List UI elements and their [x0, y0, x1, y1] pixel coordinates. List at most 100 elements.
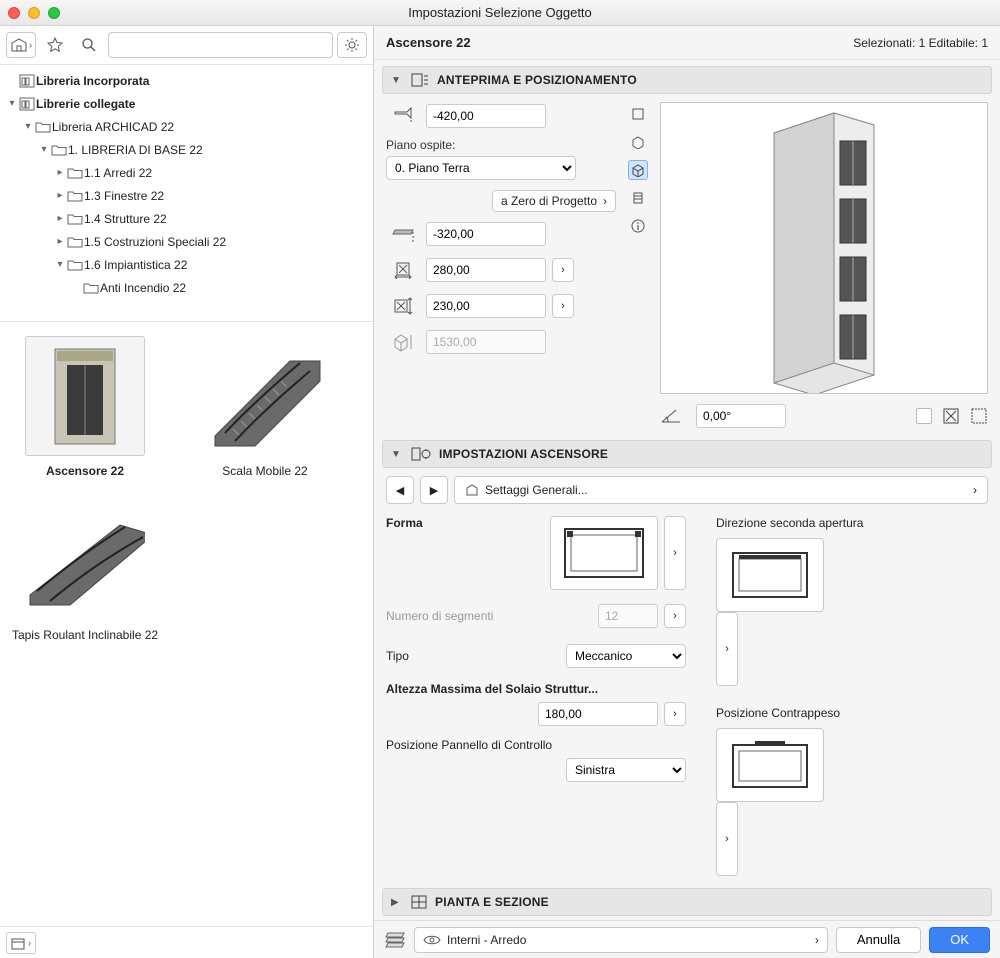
tipo-label: Tipo: [386, 649, 409, 663]
thumb-item[interactable]: Tapis Roulant Inclinabile 22: [10, 500, 160, 642]
library-settings-button[interactable]: [337, 32, 367, 58]
nav-prev-button[interactable]: ◀: [386, 476, 414, 504]
bottom-offset-input[interactable]: [426, 222, 546, 246]
favorites-button[interactable]: [40, 32, 70, 58]
library-thumbs: Ascensore 22 Scala Mobile 22 Tapis Roulant…: [0, 322, 373, 926]
forma-shape-icon: [559, 523, 649, 583]
forma-shape-button[interactable]: [550, 516, 658, 590]
controllo-pos-label: Posizione Pannello di Controllo: [386, 738, 686, 752]
thumb-caption: Tapis Roulant Inclinabile 22: [12, 628, 158, 642]
chevron-right-icon: ›: [603, 194, 607, 208]
section-plan-title: PIANTA E SEZIONE: [435, 895, 549, 909]
disclosure-icon: ▼: [391, 449, 403, 460]
thumb-image: [25, 500, 145, 620]
altezza-more[interactable]: ›: [664, 702, 686, 726]
library-toolbar: ›: [0, 26, 373, 65]
tree-item[interactable]: Libreria Incorporata: [2, 69, 371, 92]
tree-item[interactable]: ▸1.4 Strutture 22: [2, 207, 371, 230]
section-plan-head[interactable]: ▶ PIANTA E SEZIONE: [382, 888, 992, 916]
angle-input[interactable]: [696, 404, 786, 428]
library-manager-icon: [11, 936, 27, 950]
preview-mode-elev[interactable]: [628, 188, 648, 208]
library-home-button[interactable]: ›: [6, 32, 36, 58]
search-input[interactable]: [108, 32, 333, 58]
angle-icon: [660, 406, 686, 426]
settings-footer: Interni - Arredo › Annulla OK: [374, 920, 1000, 958]
library-manager-button[interactable]: ›: [6, 932, 36, 954]
section-elevator-head[interactable]: ▼ IMPOSTAZIONI ASCENSORE: [382, 440, 992, 468]
altezza-input[interactable]: [538, 702, 658, 726]
forma-more[interactable]: ›: [664, 516, 686, 590]
thumb-caption: Ascensore 22: [46, 464, 124, 478]
folder-icon: [82, 282, 100, 294]
preview-mode-info[interactable]: [628, 216, 648, 236]
tree-item[interactable]: ▾Libreria ARCHICAD 22: [2, 115, 371, 138]
mirror-checkbox[interactable]: [916, 408, 932, 424]
direzione-more[interactable]: ›: [716, 612, 738, 686]
settings-page-button[interactable]: Settaggi Generali... ›: [454, 476, 988, 504]
window-title: Impostazioni Selezione Oggetto: [0, 5, 1000, 20]
altezza-label: Altezza Massima del Solaio Struttur...: [386, 682, 686, 696]
nav-next-button[interactable]: ▶: [420, 476, 448, 504]
folder-icon: [66, 259, 84, 271]
preview-mode-2d[interactable]: [628, 104, 648, 124]
selection-count: Selezionati: 1 Editabile: 1: [853, 36, 988, 50]
contrappeso-more[interactable]: ›: [716, 802, 738, 876]
thumb-item[interactable]: Ascensore 22: [10, 336, 160, 478]
settings-page-icon: [465, 483, 479, 497]
settings-page-label: Settaggi Generali...: [485, 483, 588, 497]
cancel-button[interactable]: Annulla: [836, 927, 921, 953]
eye-icon: [423, 934, 441, 946]
controllo-pos-select[interactable]: Sinistra: [566, 758, 686, 782]
top-offset-input[interactable]: [426, 104, 546, 128]
disclosure-icon: ▾: [22, 121, 34, 132]
thumb-item[interactable]: Scala Mobile 22: [190, 336, 340, 478]
direzione-shape-icon: [725, 545, 815, 605]
tree-item-label: Anti Incendio 22: [100, 281, 186, 295]
layer-select[interactable]: Interni - Arredo ›: [414, 927, 828, 953]
preview-mode-wire[interactable]: [628, 132, 648, 152]
preview-mode-3d[interactable]: [628, 160, 648, 180]
segmenti-label: Numero di segmenti: [386, 609, 493, 623]
mirror-icon: [942, 407, 960, 425]
dim-y-more[interactable]: ›: [552, 294, 574, 318]
section-preview-title: ANTEPRIMA E POSIZIONAMENTO: [437, 73, 637, 87]
segmenti-more[interactable]: ›: [664, 604, 686, 628]
disclosure-icon: ▾: [38, 144, 50, 155]
dim-z-input: [426, 330, 546, 354]
contrappeso-shape-button[interactable]: [716, 728, 824, 802]
dim-x-more[interactable]: ›: [552, 258, 574, 282]
tree-item-label: 1. LIBRERIA DI BASE 22: [68, 143, 203, 157]
preview-3d[interactable]: [660, 102, 988, 394]
tree-item[interactable]: ▾ 1. LIBRERIA DI BASE 22: [2, 138, 371, 161]
dim-y-icon: [386, 292, 420, 320]
elevator-preview-icon: [734, 103, 914, 393]
contrappeso-label: Posizione Contrappeso: [716, 706, 988, 720]
tree-item-label: 1.1 Arredi 22: [84, 166, 152, 180]
tree-item[interactable]: ▸1.5 Costruzioni Speciali 22: [2, 230, 371, 253]
dim-y-input[interactable]: [426, 294, 546, 318]
library-tree[interactable]: Libreria Incorporata▾Librerie collegate▾…: [0, 65, 373, 322]
segmenti-input: [598, 604, 658, 628]
tree-item[interactable]: ▸1.3 Finestre 22: [2, 184, 371, 207]
direzione-shape-button[interactable]: [716, 538, 824, 612]
elevator-settings-icon: [411, 446, 431, 462]
ok-button[interactable]: OK: [929, 927, 990, 953]
dim-x-input[interactable]: [426, 258, 546, 282]
tipo-select[interactable]: Meccanico: [566, 644, 686, 668]
search-button[interactable]: [74, 32, 104, 58]
library-icon: [10, 37, 28, 53]
section-preview-head[interactable]: ▼ ANTEPRIMA E POSIZIONAMENTO: [382, 66, 992, 94]
zero-reference-button[interactable]: a Zero di Progetto ›: [492, 190, 616, 212]
settings-scroll[interactable]: ▼ ANTEPRIMA E POSIZIONAMENTO Piano ospit…: [374, 60, 1000, 920]
preview-mode-icons: [626, 102, 650, 394]
tree-item[interactable]: ▾1.6 Impiantistica 22: [2, 253, 371, 276]
object-name: Ascensore 22: [386, 35, 471, 50]
library-icon: [18, 74, 36, 88]
tree-item-label: 1.4 Strutture 22: [84, 212, 167, 226]
tree-item[interactable]: ▾Librerie collegate: [2, 92, 371, 115]
folder-icon: [66, 167, 84, 179]
tree-item[interactable]: Anti Incendio 22: [2, 276, 371, 299]
tree-item[interactable]: ▸1.1 Arredi 22: [2, 161, 371, 184]
host-story-select[interactable]: 0. Piano Terra: [386, 156, 576, 180]
